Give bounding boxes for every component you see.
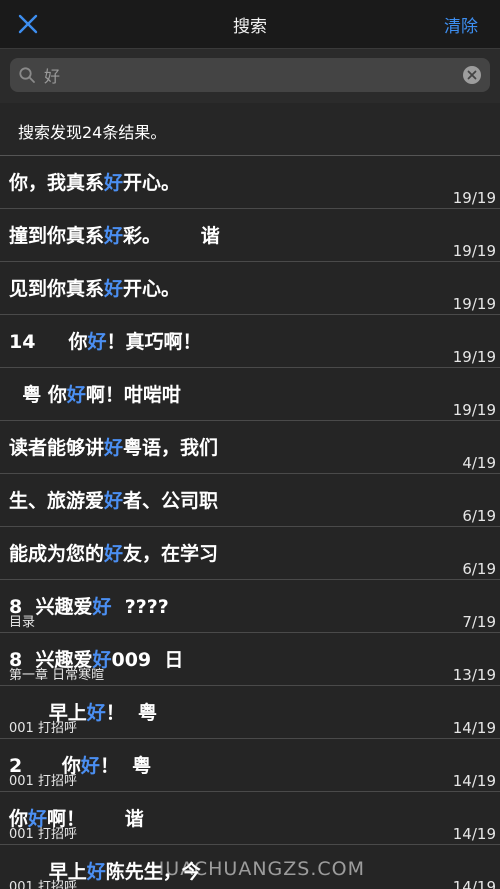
result-page: 19/19	[452, 189, 496, 207]
result-page: 7/19	[462, 613, 496, 631]
snippet-before: 能成为您的	[9, 543, 105, 565]
snippet-before: 粤 你	[9, 384, 67, 406]
watermark: HUACHUANGZS.COM	[150, 858, 365, 880]
result-row[interactable]: 生、旅游爱好者、公司职 6/19	[0, 474, 500, 527]
result-row[interactable]: 2 你好！ 粤 001 打招呼 14/19	[0, 739, 500, 792]
result-page: 13/19	[452, 666, 496, 684]
snippet-after: 粤语，我们	[123, 437, 219, 459]
result-page: 19/19	[452, 242, 496, 260]
result-row[interactable]: 读者能够讲好粤语，我们 4/19	[0, 421, 500, 474]
result-row[interactable]: 见到你真系好开心。 19/19	[0, 262, 500, 315]
result-page: 19/19	[452, 401, 496, 419]
snippet-highlight: 好	[87, 331, 107, 353]
snippet-highlight: 好	[104, 437, 124, 459]
snippet-highlight: 好	[86, 702, 106, 724]
result-row[interactable]: 撞到你真系好彩。 谐 19/19	[0, 209, 500, 262]
snippet-highlight: 好	[86, 861, 106, 883]
snippet-highlight: 好	[80, 755, 100, 777]
result-row[interactable]: 8 兴趣爱好009 日第一章 日常寒暄 13/19	[0, 633, 500, 686]
snippet-after: 009 日	[111, 649, 184, 671]
clear-button[interactable]: 清除	[444, 12, 478, 37]
result-row[interactable]: 能成为您的好友，在学习 6/19	[0, 527, 500, 580]
screen: 搜索 清除 搜索发现24条结果。 你，我真系好开心。19/19撞到你真系好彩。 …	[0, 0, 500, 889]
result-page: 6/19	[462, 507, 496, 525]
result-snippet: 见到你真系好开心。	[9, 274, 180, 301]
snippet-after: 者、公司职	[123, 490, 219, 512]
snippet-highlight: 好	[92, 596, 112, 618]
result-snippet: 14 你好！真巧啊！	[9, 327, 202, 354]
snippet-after: 彩。 谐	[123, 225, 220, 247]
result-page: 14/19	[452, 825, 496, 843]
search-icon	[19, 67, 35, 83]
result-snippet: 撞到你真系好彩。 谐	[9, 221, 220, 248]
snippet-after: 啊！咁啱咁	[85, 384, 181, 406]
result-snippet: 你，我真系好开心。	[9, 168, 180, 195]
result-snippet: 读者能够讲好粤语，我们	[9, 433, 218, 460]
snippet-highlight: 好	[104, 225, 124, 247]
snippet-after: ！ 粤	[105, 702, 157, 724]
snippet-after: 友，在学习	[123, 543, 219, 565]
result-page: 6/19	[462, 560, 496, 578]
result-chapter: 第一章 日常寒暄	[9, 668, 105, 683]
result-page: 19/19	[452, 295, 496, 313]
result-row[interactable]: 你好啊！ 谐 001 打招呼 14/19	[0, 792, 500, 845]
clear-search-icon[interactable]	[463, 66, 481, 84]
snippet-before: 撞到你真系	[9, 225, 105, 247]
close-icon	[18, 14, 38, 34]
snippet-highlight: 好	[104, 172, 124, 194]
search-bar	[0, 48, 500, 103]
result-row[interactable]: 你，我真系好开心。 19/19	[0, 156, 500, 209]
result-row[interactable]: 早上好！ 粤 001 打招呼 14/19	[0, 686, 500, 739]
search-input[interactable]	[44, 58, 464, 92]
snippet-before: 见到你真系	[9, 278, 105, 300]
result-row[interactable]: 粤 你好啊！咁啱咁 19/19	[0, 368, 500, 421]
result-row[interactable]: 8 兴趣爱好 ???? 目录 7/19	[0, 580, 500, 633]
snippet-after: 开心。	[123, 172, 181, 194]
snippet-highlight: 好	[104, 278, 124, 300]
snippet-after: ！真巧啊！	[106, 331, 202, 353]
result-summary: 搜索发现24条结果。	[0, 103, 500, 156]
result-chapter: 目录	[9, 615, 36, 630]
nav-bar: 搜索 清除	[0, 0, 500, 48]
close-button[interactable]	[12, 8, 44, 40]
snippet-highlight: 好	[66, 384, 86, 406]
result-page: 14/19	[452, 878, 496, 889]
result-page: 14/19	[452, 719, 496, 737]
snippet-before: 生、旅游爱	[9, 490, 105, 512]
result-count-text: 搜索发现24条结果。	[18, 123, 167, 142]
snippet-before: 读者能够讲	[9, 437, 105, 459]
snippet-after: 开心。	[123, 278, 181, 300]
result-chapter: 001 打招呼	[9, 827, 77, 842]
result-page: 4/19	[462, 454, 496, 472]
snippet-after: ????	[111, 596, 169, 618]
result-snippet: 粤 你好啊！咁啱咁	[9, 380, 181, 407]
result-chapter: 001 打招呼	[9, 774, 77, 789]
result-snippet: 生、旅游爱好者、公司职	[9, 486, 218, 513]
snippet-after: ！ 粤	[99, 755, 152, 777]
search-box[interactable]	[10, 58, 490, 92]
snippet-highlight: 好	[104, 490, 124, 512]
snippet-before: 14 你	[9, 331, 88, 353]
result-chapter: 001 打招呼	[9, 880, 77, 889]
result-snippet: 能成为您的好友，在学习	[9, 539, 218, 566]
result-page: 19/19	[452, 348, 496, 366]
x-icon	[467, 70, 477, 80]
results-list: 你，我真系好开心。 19/19 撞到你真系好彩。 谐 19/19 见到你真系好开心。 19…	[0, 156, 500, 889]
snippet-before: 你，我真系	[9, 172, 105, 194]
snippet-highlight: 好	[104, 543, 124, 565]
page-title: 搜索	[233, 16, 267, 37]
result-chapter: 001 打招呼	[9, 721, 77, 736]
result-page: 14/19	[452, 772, 496, 790]
result-row[interactable]: 14 你好！真巧啊！ 19/19	[0, 315, 500, 368]
